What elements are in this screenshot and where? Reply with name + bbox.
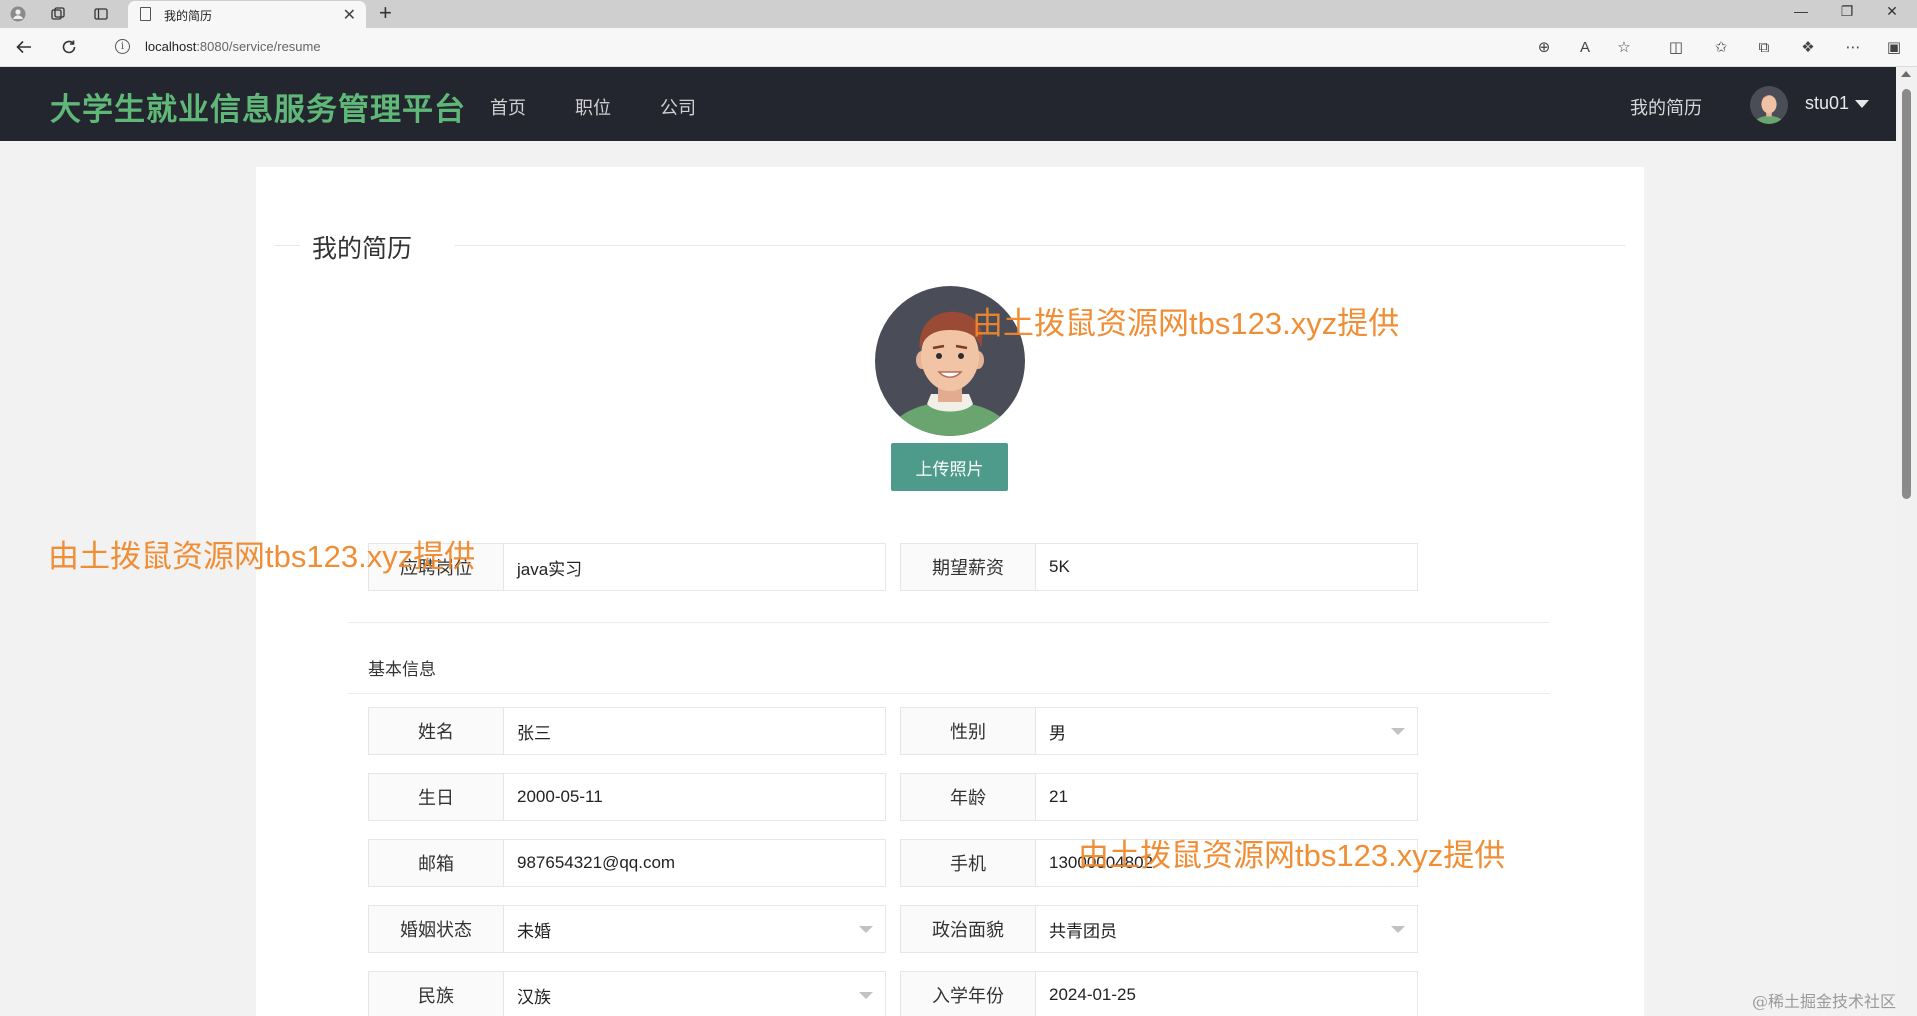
section-divider <box>348 622 1550 623</box>
back-icon[interactable] <box>12 35 36 59</box>
email-field: 邮箱 987654321@qq.com <box>368 839 886 887</box>
name-input[interactable]: 张三 <box>504 708 885 754</box>
salary-input[interactable]: 5K <box>1036 544 1417 590</box>
gender-value: 男 <box>1049 723 1066 743</box>
browser-tab-bar: 我的简历 ✕ + — ❐ ✕ <box>0 0 1917 28</box>
watermark-text: 由土拨鼠资源网tbs123.xyz提供 <box>48 539 476 574</box>
tab-title: 我的简历 <box>164 9 213 23</box>
position-input[interactable]: java实习 <box>504 544 885 590</box>
upload-photo-button[interactable]: 上传照片 <box>891 443 1008 491</box>
url-input[interactable]: localhost:8080/service/resume <box>145 39 321 54</box>
url-host: localhost <box>145 39 197 54</box>
political-field: 政治面貌 共青团员 <box>900 905 1418 953</box>
page-scrollbar[interactable] <box>1896 67 1917 1016</box>
age-label: 年龄 <box>901 774 1036 820</box>
phone-label: 手机 <box>901 840 1036 886</box>
zoom-icon[interactable]: ⊕ <box>1533 37 1555 59</box>
enroll-year-field: 入学年份 2024-01-25 <box>900 971 1418 1016</box>
political-select[interactable]: 共青团员 <box>1036 906 1417 952</box>
name-label: 姓名 <box>369 708 504 754</box>
nav-my-resume[interactable]: 我的简历 <box>1630 94 1702 120</box>
birthday-field: 生日 2000-05-11 <box>368 773 886 821</box>
favorite-star-icon[interactable]: ☆ <box>1613 37 1635 59</box>
page-icon <box>140 7 151 21</box>
workspaces-icon[interactable] <box>48 4 68 24</box>
enroll-year-label: 入学年份 <box>901 972 1036 1016</box>
read-aloud-icon[interactable]: A <box>1574 37 1596 59</box>
address-bar: i localhost:8080/service/resume ⊕ A ☆ ◫ … <box>0 28 1917 67</box>
ethnicity-value: 汉族 <box>517 987 551 1007</box>
site-info-icon[interactable]: i <box>115 39 130 54</box>
tab-actions-icon[interactable] <box>91 4 111 24</box>
marital-select[interactable]: 未婚 <box>504 906 885 952</box>
heading-divider-right <box>455 245 1625 246</box>
nav-jobs[interactable]: 职位 <box>575 94 611 120</box>
username[interactable]: stu01 <box>1805 93 1849 114</box>
salary-label: 期望薪资 <box>901 544 1036 590</box>
tab-close-icon[interactable]: ✕ <box>343 5 356 25</box>
gender-label: 性别 <box>901 708 1036 754</box>
collections-icon[interactable]: ⧉ <box>1753 37 1775 59</box>
enroll-year-input[interactable]: 2024-01-25 <box>1036 972 1417 1016</box>
nav-companies[interactable]: 公司 <box>660 94 696 120</box>
email-label: 邮箱 <box>369 840 504 886</box>
profile-icon[interactable] <box>8 4 28 24</box>
marital-field: 婚姻状态 未婚 <box>368 905 886 953</box>
section-divider <box>348 693 1550 694</box>
ethnicity-label: 民族 <box>369 972 504 1016</box>
user-dropdown-icon[interactable] <box>1855 100 1869 108</box>
name-field: 姓名 张三 <box>368 707 886 755</box>
marital-value: 未婚 <box>517 921 551 941</box>
heading-divider-left <box>274 245 300 246</box>
watermark-text: 由土拨鼠资源网tbs123.xyz提供 <box>972 306 1400 341</box>
basic-info-title: 基本信息 <box>368 660 436 679</box>
new-tab-button[interactable]: + <box>379 0 392 26</box>
favorites-icon[interactable]: ✩ <box>1710 37 1732 59</box>
chevron-down-icon[interactable] <box>1391 728 1405 735</box>
salary-field: 期望薪资 5K <box>900 543 1418 591</box>
close-window-icon[interactable]: ✕ <box>1877 3 1907 20</box>
chevron-down-icon[interactable] <box>859 992 873 999</box>
ethnicity-field: 民族 汉族 <box>368 971 886 1016</box>
site-logo[interactable]: 大学生就业信息服务管理平台 <box>50 84 466 129</box>
chevron-down-icon[interactable] <box>859 926 873 933</box>
restore-icon[interactable]: ❐ <box>1832 3 1862 20</box>
page-title: 我的简历 <box>312 235 413 263</box>
birthday-label: 生日 <box>369 774 504 820</box>
marital-label: 婚姻状态 <box>369 906 504 952</box>
browser-tab-active[interactable]: 我的简历 ✕ <box>128 1 366 28</box>
email-input[interactable]: 987654321@qq.com <box>504 840 885 886</box>
nav-home[interactable]: 首页 <box>490 94 526 120</box>
url-path: :8080/service/resume <box>196 39 321 54</box>
age-field: 年龄 21 <box>900 773 1418 821</box>
refresh-icon[interactable] <box>57 35 81 59</box>
political-value: 共青团员 <box>1049 921 1117 941</box>
gender-field: 性别 男 <box>900 707 1418 755</box>
watermark-text: 由土拨鼠资源网tbs123.xyz提供 <box>1078 838 1506 873</box>
scroll-up-icon[interactable] <box>1901 71 1911 77</box>
user-avatar[interactable] <box>1750 86 1788 124</box>
site-header: 大学生就业信息服务管理平台 首页 职位 公司 我的简历 stu01 <box>0 67 1896 141</box>
chevron-down-icon[interactable] <box>1391 926 1405 933</box>
gender-select[interactable]: 男 <box>1036 708 1417 754</box>
split-screen-icon[interactable]: ◫ <box>1665 37 1687 59</box>
more-menu-icon[interactable]: ⋯ <box>1842 37 1864 59</box>
juejin-credit: @稀土掘金技术社区 <box>1752 992 1897 1011</box>
age-input[interactable]: 21 <box>1036 774 1417 820</box>
ethnicity-select[interactable]: 汉族 <box>504 972 885 1016</box>
political-label: 政治面貌 <box>901 906 1036 952</box>
sidebar-icon[interactable]: ▣ <box>1883 37 1905 59</box>
minimize-icon[interactable]: — <box>1786 3 1816 19</box>
birthday-input[interactable]: 2000-05-11 <box>504 774 885 820</box>
scroll-thumb[interactable] <box>1902 89 1911 499</box>
extensions-icon[interactable]: ❖ <box>1797 37 1819 59</box>
